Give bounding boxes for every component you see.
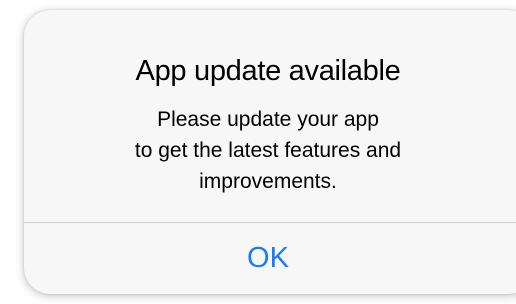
dialog-content: App update available Please update your …	[24, 10, 512, 222]
update-alert-dialog: App update available Please update your …	[24, 10, 516, 294]
dialog-message-line: to get the latest features and	[134, 139, 402, 162]
dialog-message: Please update your app to get the latest…	[24, 104, 512, 197]
dialog-title: App update available	[135, 55, 401, 87]
ok-button[interactable]: OK	[24, 223, 512, 294]
dialog-message-line: Please update your app	[157, 108, 379, 131]
dialog-message-line: improvements.	[199, 170, 337, 193]
